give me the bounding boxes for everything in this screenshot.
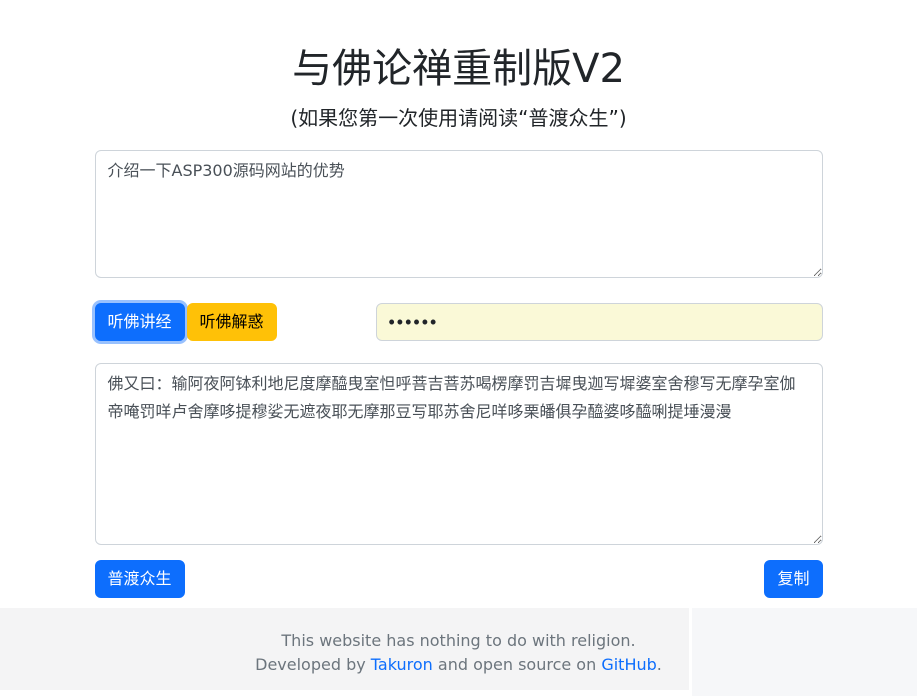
- github-link[interactable]: GitHub: [601, 655, 656, 674]
- password-input[interactable]: [376, 303, 823, 341]
- footer-text: This website has nothing to do with reli…: [0, 629, 917, 677]
- footer-credits-prefix: Developed by: [255, 655, 371, 674]
- page-title: 与佛论禅重制版V2: [95, 45, 823, 93]
- listen-sutra-button[interactable]: 听佛讲经: [95, 303, 185, 341]
- footer-credits-suffix: .: [657, 655, 662, 674]
- footer-disclaimer: This website has nothing to do with reli…: [0, 629, 917, 653]
- answer-textarea[interactable]: 佛又曰：输阿夜阿钵利地尼度摩醯曳室怛呼菩吉菩苏喝楞摩罚吉墀曳迦写墀婆室舍穆写无摩…: [95, 363, 823, 545]
- main-content: 与佛论禅重制版V2 (如果您第一次使用请阅读“普渡众生”) 介绍一下ASP300…: [95, 45, 823, 598]
- actions-row: 普渡众生 复制: [95, 560, 823, 598]
- controls-row: 听佛讲经 听佛解惑: [95, 303, 823, 341]
- footer-credits: Developed by Takuron and open source on …: [0, 653, 917, 677]
- listen-answer-button[interactable]: 听佛解惑: [187, 303, 277, 341]
- takuron-link[interactable]: Takuron: [371, 655, 433, 674]
- page-subtitle: (如果您第一次使用请阅读“普渡众生”): [95, 103, 823, 133]
- footer-credits-middle: and open source on: [433, 655, 602, 674]
- question-textarea[interactable]: 介绍一下ASP300源码网站的优势: [95, 150, 823, 278]
- copy-button[interactable]: 复制: [764, 560, 822, 598]
- footer: This website has nothing to do with reli…: [0, 608, 917, 696]
- save-all-button[interactable]: 普渡众生: [95, 560, 185, 598]
